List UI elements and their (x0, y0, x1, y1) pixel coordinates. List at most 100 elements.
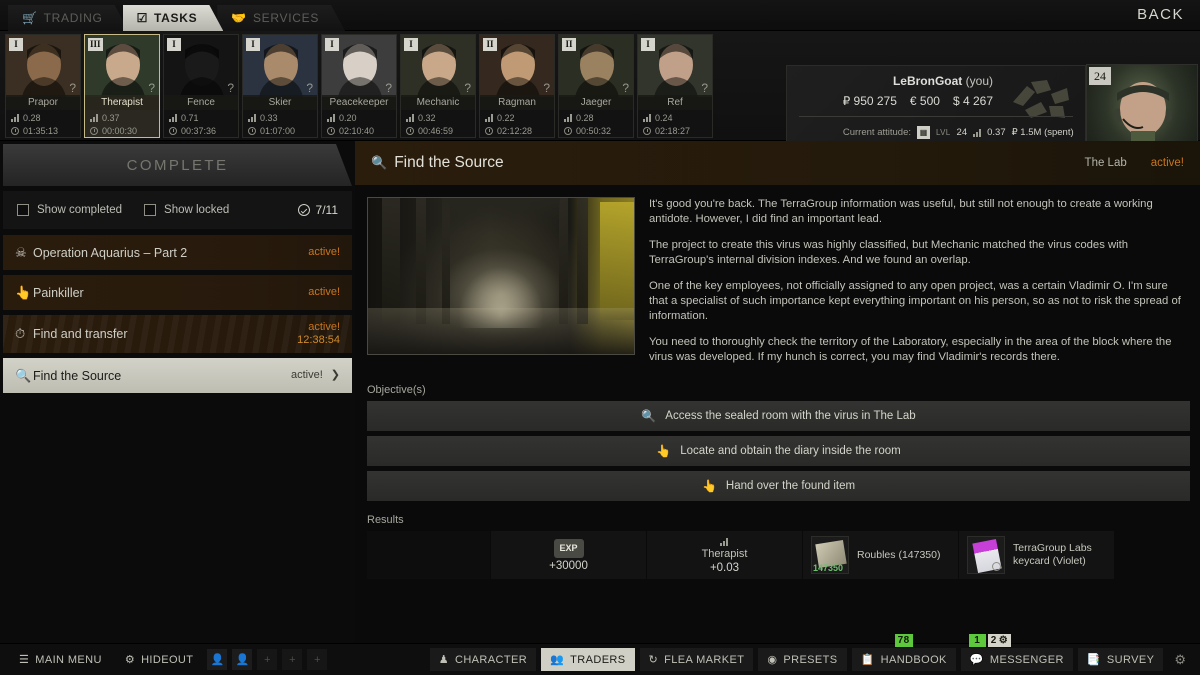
quest-name: Find and transfer (33, 327, 128, 341)
quest-location-image (367, 197, 635, 355)
reward-keycard-name: TerraGroup Labs keycard (Violet) (1013, 542, 1092, 567)
trader-reputation-row: 0.28 (11, 111, 75, 124)
show-locked-checkbox[interactable]: Show locked (144, 204, 229, 216)
trader-card-ragman[interactable]: II ? Ragman 0.22 02:12:28 (479, 34, 555, 138)
objective-item[interactable]: 👆 Locate and obtain the diary inside the… (367, 436, 1190, 466)
trader-rep-value: 0.20 (339, 112, 357, 123)
reward-rep-trader: Therapist (701, 548, 748, 560)
objective-item[interactable]: 👆 Hand over the found item (367, 471, 1190, 501)
clock-icon: ⏱ (15, 326, 26, 341)
trader-portrait: II ? (480, 35, 554, 97)
quest-sidebar: COMPLETE Show completed Show locked 7/11… (0, 141, 355, 643)
reward-roubles[interactable]: 147350 Roubles (147350) (803, 531, 959, 579)
tab-tasks[interactable]: ☑ TASKS (123, 5, 224, 31)
trader-timer-value: 00:50:32 (576, 125, 612, 136)
trader-card-jaeger[interactable]: II ? Jaeger 0.28 00:50:32 (558, 34, 634, 138)
item-icon: ⚙ (998, 635, 1009, 646)
tab-trading[interactable]: 🛒 TRADING (8, 5, 129, 31)
taskbar-main-menu[interactable]: ☰ MAIN MENU (10, 648, 111, 671)
trader-timer-row: 02:10:40 (327, 124, 391, 137)
trader-question-icon: ? (69, 81, 76, 95)
taskbar-survey[interactable]: 📑 SURVEY (1077, 648, 1164, 671)
reputation-icon (485, 113, 493, 122)
trader-card-prapor[interactable]: I ? Prapor 0.28 01:35:13 (5, 34, 81, 138)
trader-stats: 0.37 00:00:30 (85, 110, 159, 137)
objective-item[interactable]: 🔍 Access the sealed room with the virus … (367, 401, 1190, 431)
trader-loyalty-level: II (562, 38, 576, 51)
taskbar-slot[interactable]: + (282, 649, 303, 670)
quest-status-text: active! (308, 246, 340, 259)
trader-name: Ragman (480, 95, 554, 110)
taskbar-character[interactable]: ♟ CHARACTER (429, 648, 537, 671)
trader-portrait: I ? (243, 35, 317, 97)
trader-card-skier[interactable]: I ? Skier 0.33 01:07:00 (242, 34, 318, 138)
reputation-icon (169, 113, 177, 122)
roubles-icon: 147350 (811, 536, 849, 574)
quest-progress-counter: 7/11 (297, 203, 338, 217)
loyalty-badge-icon: ▦ (917, 126, 930, 139)
quest-description: It's good you're back. The TerraGroup in… (649, 197, 1190, 376)
taskbar-slot[interactable]: + (307, 649, 328, 670)
clock-icon (90, 126, 98, 135)
trader-rep-value: 0.28 (576, 112, 594, 123)
trader-timer-row: 00:50:32 (564, 124, 628, 137)
taskbar-messenger[interactable]: 1 2 ⚙ 💬 MESSENGER (960, 634, 1073, 671)
trader-card-ref[interactable]: I ? Ref 0.24 02:18:27 (637, 34, 713, 138)
hand-icon: 👆 (656, 444, 672, 458)
taskbar-slot[interactable]: + (257, 649, 278, 670)
player-euros: € 500 (909, 94, 940, 108)
trader-card-fence[interactable]: I ? Fence 0.71 00:37:36 (163, 34, 239, 138)
quest-list-item[interactable]: ☠ Operation Aquarius – Part 2 active! (3, 235, 352, 270)
quest-status-text: active! (308, 321, 340, 334)
current-spent-value: ₽ 1.5M (spent) (1011, 127, 1074, 138)
trader-card-mechanic[interactable]: I ? Mechanic 0.32 00:46:59 (400, 34, 476, 138)
trader-question-icon: ? (306, 81, 313, 95)
trader-timer-value: 01:35:13 (23, 125, 59, 136)
back-button[interactable]: BACK (1137, 6, 1184, 23)
taskbar: ☰ MAIN MENU ⚙ HIDEOUT 👤 👤 + + + ♟ CHARAC… (0, 634, 1200, 675)
quest-list-item[interactable]: 👆 Painkiller active! (3, 275, 352, 310)
quest-status-text: active! (290, 369, 323, 382)
checkbox-icon (17, 204, 29, 216)
quest-list-item[interactable]: 🔍 Find the Source active! ❯ (3, 358, 352, 393)
top-navigation-bar: 🛒 TRADING ☑ TASKS 🤝 SERVICES BACK (0, 0, 1200, 31)
trader-list: I ? Prapor 0.28 01:35:13 III ? Therapist… (5, 34, 713, 138)
trader-rep-value: 0.28 (23, 112, 41, 123)
quest-list-item[interactable]: ⏱ Find and transfer active! 12:38:54 (3, 315, 352, 353)
trader-stats: 0.71 00:37:36 (164, 110, 238, 137)
taskbar-label: HANDBOOK (880, 653, 947, 666)
taskbar-slot[interactable]: 👤 (207, 649, 228, 670)
clock-icon (327, 126, 335, 135)
trader-stats: 0.33 01:07:00 (243, 110, 317, 137)
trader-strip: I ? Prapor 0.28 01:35:13 III ? Therapist… (0, 31, 1200, 171)
taskbar-handbook[interactable]: 78 📋 HANDBOOK (851, 634, 956, 671)
trader-timer-row: 02:12:28 (485, 124, 549, 137)
trader-portrait: II ? (559, 35, 633, 97)
trader-rep-value: 0.24 (655, 112, 673, 123)
quest-paragraph: You need to thoroughly check the territo… (649, 336, 1172, 363)
tab-services[interactable]: 🤝 SERVICES (217, 5, 345, 31)
show-completed-checkbox[interactable]: Show completed (17, 204, 122, 216)
taskbar-slot[interactable]: 👤 (232, 649, 253, 670)
trader-portrait: I ? (6, 35, 80, 97)
complete-button[interactable]: COMPLETE (3, 144, 352, 186)
reward-keycard[interactable]: TerraGroup Labs keycard (Violet) (959, 531, 1115, 579)
trader-timer-value: 02:10:40 (339, 125, 375, 136)
taskbar-label: PRESETS (783, 653, 838, 666)
trader-card-peacekeeper[interactable]: I ? Peacekeeper 0.20 02:10:40 (321, 34, 397, 138)
trader-card-therapist[interactable]: III ? Therapist 0.37 00:00:30 (84, 34, 160, 138)
reward-experience: EXP +30000 (491, 531, 647, 579)
checkbox-icon (144, 204, 157, 216)
roubles-count: 147350 (813, 563, 844, 573)
quest-status-group: active! 12:38:54 (297, 321, 340, 346)
clock-icon (485, 126, 493, 135)
trader-stats: 0.28 01:35:13 (6, 110, 80, 137)
reputation-icon (973, 128, 982, 137)
objective-text: Locate and obtain the diary inside the r… (680, 445, 901, 457)
taskbar-presets[interactable]: ◉ PRESETS (758, 648, 847, 671)
gear-icon[interactable]: ⚙ (1168, 652, 1192, 668)
tarkov-trader-screen: 🛒 TRADING ☑ TASKS 🤝 SERVICES BACK I ? Pr… (0, 0, 1200, 675)
taskbar-traders[interactable]: 👥 TRADERS (541, 648, 635, 671)
taskbar-hideout[interactable]: ⚙ HIDEOUT (116, 648, 203, 671)
taskbar-flea-market[interactable]: ↻ FLEA MARKET (639, 648, 754, 671)
